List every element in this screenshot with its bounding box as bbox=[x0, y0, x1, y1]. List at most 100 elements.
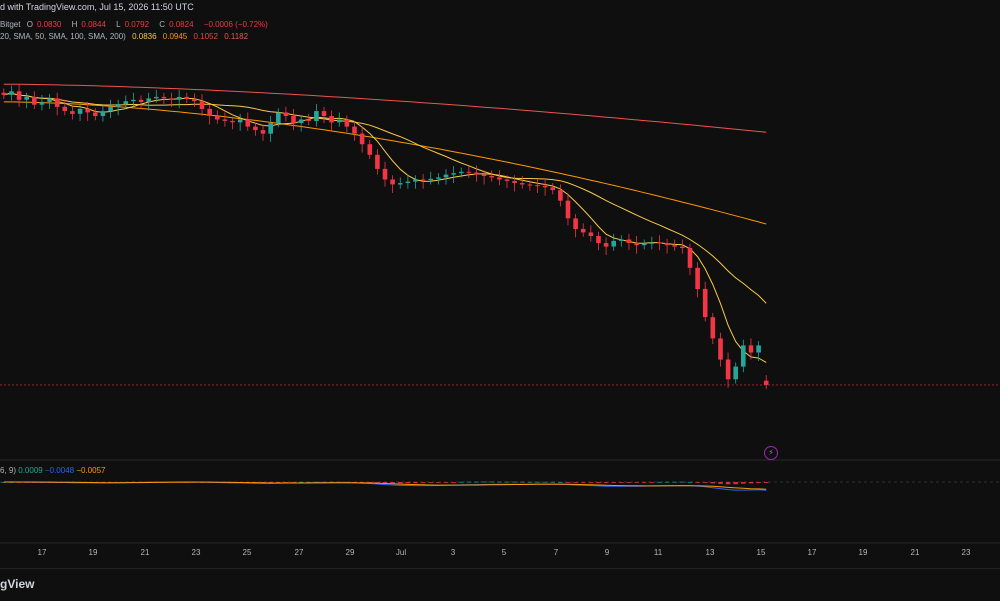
candle-body bbox=[512, 180, 517, 183]
candle-body bbox=[611, 240, 616, 247]
candle-body bbox=[672, 245, 677, 247]
candle-body bbox=[398, 183, 403, 185]
macd-histogram-bar bbox=[596, 482, 601, 483]
lightning-icon[interactable]: ⚡ bbox=[764, 446, 778, 460]
macd-histogram-bar bbox=[718, 482, 723, 484]
candle-body bbox=[314, 111, 319, 121]
candle-body bbox=[573, 218, 578, 229]
candle-body bbox=[131, 99, 136, 102]
candle-body bbox=[154, 96, 159, 99]
macd-histogram-bar bbox=[466, 481, 472, 483]
macd-histogram-bar bbox=[680, 481, 685, 483]
candle-body bbox=[230, 120, 235, 123]
candle-body bbox=[756, 345, 761, 353]
candle-body bbox=[649, 242, 655, 244]
macd-histogram-bar bbox=[756, 482, 761, 483]
candle-body bbox=[199, 101, 205, 109]
macd-histogram-bar bbox=[390, 482, 395, 484]
candle-body bbox=[237, 119, 243, 123]
macd-histogram-bar bbox=[565, 482, 571, 483]
candle-body bbox=[436, 177, 441, 179]
macd-histogram-bar bbox=[535, 481, 540, 483]
time-axis-tick: 23 bbox=[191, 548, 201, 557]
candle-body bbox=[100, 111, 106, 116]
brand-logo: gView bbox=[0, 577, 35, 591]
candle-body bbox=[16, 91, 22, 100]
candle-body bbox=[146, 98, 151, 102]
candle-body bbox=[558, 190, 563, 201]
candle-body bbox=[9, 91, 14, 95]
candle-body bbox=[359, 133, 365, 145]
time-axis-tick: 13 bbox=[705, 548, 715, 557]
time-axis-tick: 25 bbox=[242, 548, 252, 557]
time-axis[interactable]: 17 19 21 23 25 27 29 Jul 3 5 7 9 11 13 15 17 19 21 23 bbox=[0, 544, 1000, 564]
candle-body bbox=[215, 116, 220, 120]
candle-body bbox=[62, 106, 68, 111]
candle-body bbox=[375, 154, 380, 169]
candle-body bbox=[24, 96, 29, 100]
candle-body bbox=[115, 104, 121, 107]
candle-body bbox=[306, 119, 312, 121]
macd-histogram-bar bbox=[611, 482, 616, 483]
macd-histogram-bar bbox=[459, 481, 464, 483]
candle-body bbox=[413, 179, 418, 182]
candle-body bbox=[504, 179, 510, 181]
macd-histogram-bar bbox=[619, 482, 624, 483]
candle-body bbox=[321, 111, 327, 116]
candle-body bbox=[253, 126, 258, 131]
macd-legend: 6, 9) 0.0009 −0.0048 −0.0057 bbox=[0, 466, 105, 475]
candle-body bbox=[489, 176, 494, 178]
candle-body bbox=[481, 174, 487, 176]
candle-body bbox=[176, 96, 182, 100]
candle-body bbox=[268, 123, 273, 134]
macd-histogram-bar bbox=[413, 482, 418, 483]
candle-body bbox=[588, 232, 594, 236]
candle-body bbox=[1, 92, 7, 95]
macd-histogram-bar bbox=[519, 481, 525, 483]
chart-svg[interactable] bbox=[0, 16, 1000, 544]
time-axis-tick: 27 bbox=[294, 548, 304, 557]
candle-body bbox=[718, 338, 723, 360]
candle-body bbox=[497, 177, 502, 180]
macd-histogram-bar bbox=[588, 482, 594, 483]
candle-body bbox=[352, 126, 357, 134]
time-axis-tick: 23 bbox=[961, 548, 971, 557]
candle-body bbox=[733, 366, 738, 380]
candle-body bbox=[108, 106, 113, 111]
macd-params: 6, 9) bbox=[0, 466, 17, 475]
candle-body bbox=[276, 112, 281, 124]
candle-body bbox=[329, 116, 334, 123]
candle-body bbox=[641, 243, 647, 246]
header-bar: d with TradingView.com, Jul 15, 2026 11:… bbox=[0, 0, 1000, 16]
time-axis-tick: 11 bbox=[653, 548, 663, 557]
time-axis-tick: 7 bbox=[553, 548, 559, 557]
candle-body bbox=[260, 130, 266, 134]
candle-body bbox=[93, 112, 98, 116]
candle-body bbox=[527, 184, 533, 186]
macd-histogram-bar bbox=[474, 481, 479, 483]
candle-body bbox=[535, 185, 540, 187]
macd-histogram-bar bbox=[733, 482, 738, 485]
candle-body bbox=[763, 380, 769, 385]
macd-histogram-bar bbox=[550, 481, 555, 483]
candle-body bbox=[741, 345, 746, 367]
candle-body bbox=[420, 179, 426, 181]
signal-line bbox=[3, 481, 767, 490]
price-chart[interactable] bbox=[0, 16, 1000, 544]
macd-line-value: −0.0048 bbox=[44, 466, 75, 475]
macd-histogram-bar bbox=[481, 481, 487, 483]
macd-histogram-bar bbox=[542, 481, 548, 483]
macd-histogram-bar bbox=[748, 482, 754, 484]
time-axis-tick: 21 bbox=[140, 548, 150, 557]
macd-histogram-bar bbox=[573, 482, 578, 483]
candle-body bbox=[725, 359, 731, 380]
candle-body bbox=[626, 239, 632, 243]
candle-body bbox=[542, 185, 548, 188]
time-axis-tick: 19 bbox=[88, 548, 98, 557]
candle-body bbox=[634, 243, 639, 246]
macd-histogram-bar bbox=[649, 482, 655, 483]
candle-body bbox=[580, 228, 586, 233]
candle-body bbox=[70, 111, 75, 114]
macd-histogram-bar bbox=[420, 482, 426, 483]
candle-body bbox=[680, 246, 685, 248]
